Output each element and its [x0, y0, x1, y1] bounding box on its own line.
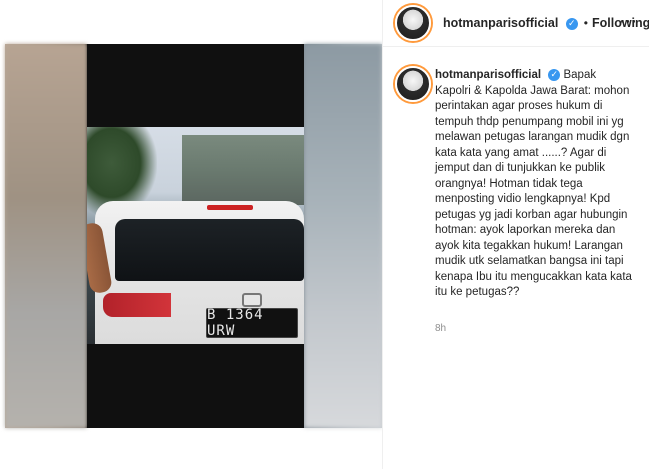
- caption-avatar[interactable]: [395, 66, 431, 102]
- caption-section: hotmanparisofficial ✓ Bapak Kapolri & Ka…: [383, 46, 649, 469]
- brake-light: [207, 205, 253, 210]
- caption-text: hotmanparisofficial ✓ Bapak Kapolri & Ka…: [435, 68, 635, 301]
- post-sidebar: hotmanparisofficial ✓ • Following ⋯ hotm…: [383, 0, 649, 469]
- car-rear-window: [115, 219, 304, 281]
- video-blur-right: [304, 44, 382, 428]
- verified-badge-icon: ✓: [548, 68, 561, 81]
- post-header: hotmanparisofficial ✓ • Following ⋯: [383, 0, 649, 47]
- instagram-post: B 1364 URW hotmanparisofficial ✓ • Follo…: [0, 0, 649, 469]
- post-time: 8h: [435, 323, 447, 334]
- profile-username[interactable]: hotmanparisofficial ✓: [443, 16, 578, 30]
- license-plate: B 1364 URW: [206, 307, 298, 339]
- building-shape: [182, 135, 304, 205]
- video-scene: B 1364 URW: [87, 127, 304, 344]
- profile-avatar[interactable]: [395, 5, 431, 41]
- username-text[interactable]: hotmanparisofficial: [443, 16, 558, 30]
- caption-username[interactable]: hotmanparisofficial: [435, 69, 541, 81]
- post-media[interactable]: B 1364 URW: [5, 0, 382, 428]
- car-emblem-icon: [242, 293, 262, 307]
- video-blur-left: [5, 44, 87, 428]
- more-options-icon[interactable]: ⋯: [619, 12, 637, 30]
- header-separator: •: [583, 16, 588, 30]
- video-frame[interactable]: B 1364 URW: [5, 44, 382, 428]
- verified-badge-icon: ✓: [565, 17, 578, 30]
- tail-light: [103, 293, 171, 317]
- caption-body: Bapak Kapolri & Kapolda Jawa Barat: moho…: [435, 69, 632, 298]
